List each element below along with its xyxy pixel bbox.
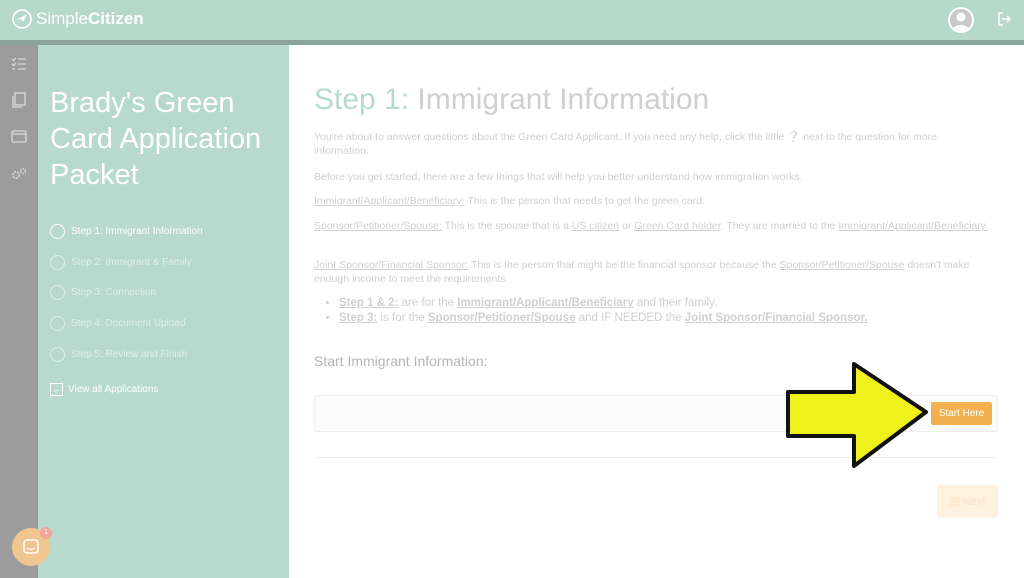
step-label: Step 3: Connection — [71, 287, 157, 299]
def-text: This is the spouse that is a — [444, 220, 569, 232]
step-circle-icon — [50, 315, 65, 331]
packet-sidebar: Brady's Green Card Application Packet St… — [38, 45, 289, 578]
save-icon: ▤ — [949, 496, 960, 508]
def-term: Sponsor/Petitioner/Spouse — [779, 259, 905, 271]
start-here-button[interactable]: Start Here — [931, 402, 992, 425]
step-item-4[interactable]: Step 4: Document Upload — [50, 308, 203, 339]
definition-sponsor: Sponsor/Petitioner/Spouse: This is the s… — [314, 219, 994, 233]
pointer-arrow-icon — [786, 362, 928, 468]
def-text: . They are married to the — [720, 220, 836, 232]
step-guide-list: Step 1 & 2: are for the Immigrant/Applic… — [325, 296, 868, 326]
page-title-text: Immigrant Information — [417, 83, 710, 116]
view-all-applications-link[interactable]: ← View all Applications — [50, 383, 158, 396]
checklist-icon[interactable] — [10, 55, 28, 73]
chat-badge: 1 — [40, 527, 52, 539]
bullet-text: and IF NEEDED the — [578, 312, 682, 324]
next-button[interactable]: ▤ Next — [937, 485, 998, 518]
def-term: Immigrant/Applicant/Beneficiary: — [314, 195, 465, 207]
section-title: Start Immigrant Information: — [314, 353, 488, 369]
user-avatar[interactable] — [948, 7, 974, 33]
brand-logo[interactable]: SimpleCitizen — [12, 9, 144, 29]
main-content: Step 1: Immigrant Information You're abo… — [289, 45, 1024, 578]
step-list: Step 1: Immigrant Information Step 2: Im… — [50, 216, 203, 369]
view-all-label: View all Applications — [68, 384, 159, 395]
def-term: Sponsor/Petitioner/Spouse: — [314, 220, 442, 232]
page-title-step: Step 1: — [314, 83, 410, 116]
bullet-text: and their family. — [636, 297, 718, 309]
def-term: Joint Sponsor/Financial Sponsor: — [314, 259, 469, 271]
step-label: Step 4: Document Upload — [71, 317, 186, 329]
list-item: Step 1 & 2: are for the Immigrant/Applic… — [339, 296, 868, 311]
help-icon: ❔ — [787, 131, 801, 143]
bullet-term: Sponsor/Petitioner/Spouse — [427, 312, 576, 324]
bullet-text: is for the — [380, 312, 425, 324]
step-label: Step 1: Immigrant Information — [71, 225, 203, 237]
page-title: Step 1: Immigrant Information — [314, 83, 709, 117]
bullet-term: Immigrant/Applicant/Beneficiary — [457, 297, 634, 309]
step-label: Step 5: Review and Finish — [71, 348, 188, 360]
top-bar: SimpleCitizen — [0, 0, 1024, 40]
green-card-holder-link[interactable]: Green Card holder — [634, 220, 720, 232]
step-item-5[interactable]: Step 5: Review and Finish — [50, 339, 203, 370]
bullet-term: Joint Sponsor/Financial Sponsor. — [684, 312, 868, 324]
bullet-key: Step 1 & 2: — [339, 297, 399, 309]
get-started-paragraph: Before you get started, there are a few … — [314, 171, 803, 183]
left-rail — [0, 45, 38, 578]
bullet-text: are for the — [401, 297, 455, 309]
definition-beneficiary: Immigrant/Applicant/Beneficiary: This is… — [314, 194, 994, 208]
list-item: Step 3: is for the Sponsor/Petitioner/Sp… — [339, 311, 868, 326]
step-item-2[interactable]: Step 2: Immigrant & Family — [50, 247, 203, 278]
brand-name-bold: Citizen — [87, 9, 144, 28]
step-circle-icon — [50, 254, 65, 270]
step-circle-icon — [50, 223, 65, 239]
packet-title: Brady's Green Card Application Packet — [50, 87, 262, 191]
definition-joint-sponsor: Joint Sponsor/Financial Sponsor: This is… — [314, 258, 994, 286]
step-item-3[interactable]: Step 3: Connection — [50, 277, 203, 308]
intro-text-1: You're about to answer questions about t… — [314, 131, 785, 143]
logout-icon[interactable] — [996, 11, 1012, 27]
def-text: This is the person that might be the fin… — [470, 259, 777, 271]
step-circle-icon — [50, 285, 65, 301]
wallet-icon[interactable] — [10, 127, 28, 145]
def-text: This is the person that needs to get the… — [467, 195, 705, 207]
us-citizen-link[interactable]: US citizen — [572, 220, 619, 232]
intro-paragraph: You're about to answer questions about t… — [314, 130, 994, 158]
def-term: Immigrant/Applicant/Beneficiary. — [838, 220, 989, 232]
step-item-1[interactable]: Step 1: Immigrant Information — [50, 216, 203, 247]
def-text: or — [622, 220, 632, 232]
settings-gears-icon[interactable] — [10, 165, 28, 183]
bullet-key: Step 3: — [339, 312, 378, 324]
step-circle-icon — [50, 346, 65, 362]
bird-logo-icon — [12, 9, 32, 29]
brand-name-light: Simple — [36, 9, 88, 28]
documents-icon[interactable] — [10, 91, 28, 109]
next-label: Next — [962, 495, 986, 508]
user-icon — [952, 12, 970, 31]
step-label: Step 2: Immigrant & Family — [71, 256, 192, 268]
back-arrow-icon: ← — [50, 383, 63, 396]
